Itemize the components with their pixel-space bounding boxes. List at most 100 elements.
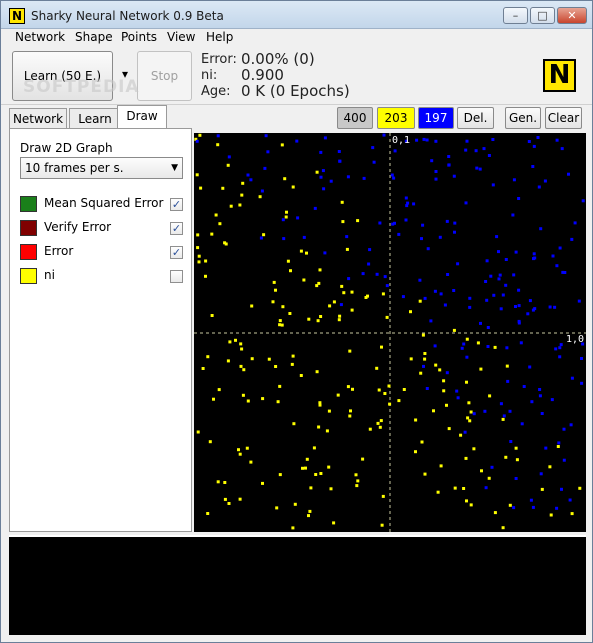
- legend-checkbox[interactable]: ✓: [170, 246, 183, 259]
- yellow-point: [423, 357, 427, 361]
- blue-point: [548, 305, 552, 309]
- brand-logo-icon: N: [543, 59, 576, 92]
- age-label: Age:: [201, 84, 231, 99]
- blue-point: [445, 219, 449, 223]
- ni-label: ni:: [201, 68, 218, 83]
- yellow-point: [229, 204, 233, 208]
- menu-bar: Network Shape Points View Help: [1, 29, 592, 47]
- maximize-button[interactable]: □: [530, 7, 555, 24]
- blue-point: [430, 159, 434, 163]
- yellow-point: [388, 402, 392, 406]
- app-logo-icon: N: [9, 8, 25, 24]
- menu-points[interactable]: Points: [121, 30, 157, 44]
- blue-point: [512, 178, 516, 182]
- blue-point: [517, 197, 521, 200]
- blue-point: [445, 371, 449, 375]
- scatter-plot-canvas[interactable]: 0,1 1,0: [194, 133, 586, 532]
- legend-checkbox[interactable]: ✓: [170, 198, 183, 211]
- blue-point: [249, 178, 253, 182]
- blue-point: [468, 296, 472, 300]
- blue-point: [368, 248, 372, 252]
- menu-shape[interactable]: Shape: [75, 30, 113, 44]
- yellow-points-button[interactable]: 203: [377, 107, 415, 129]
- blue-point: [405, 204, 409, 208]
- yellow-point: [216, 143, 220, 147]
- yellow-point: [355, 484, 359, 488]
- yellow-point: [283, 177, 287, 181]
- close-button[interactable]: ✕: [557, 7, 587, 24]
- error-label: Error:: [201, 52, 237, 67]
- total-points-button[interactable]: 400: [337, 107, 373, 129]
- clear-button[interactable]: Clear: [545, 107, 582, 129]
- legend-row: Verify Error ✓: [20, 219, 184, 237]
- menu-help[interactable]: Help: [206, 30, 233, 44]
- blue-point: [560, 487, 563, 491]
- yellow-point: [380, 345, 383, 349]
- delete-button[interactable]: Del.: [457, 107, 494, 129]
- blue-point: [433, 344, 437, 348]
- yellow-point: [348, 414, 352, 418]
- yellow-point: [214, 213, 218, 217]
- yellow-point: [341, 220, 345, 224]
- yellow-point: [267, 357, 271, 361]
- yellow-point: [284, 215, 288, 219]
- yellow-point: [226, 359, 230, 363]
- blue-point: [537, 185, 541, 189]
- yellow-point: [245, 446, 249, 450]
- legend-label: Error: [44, 244, 74, 258]
- yellow-point: [432, 409, 435, 413]
- blue-point: [530, 400, 534, 404]
- blue-point: [567, 172, 570, 176]
- menu-network[interactable]: Network: [15, 30, 65, 44]
- yellow-point: [549, 513, 553, 517]
- tab-draw[interactable]: Draw: [117, 105, 167, 130]
- blue-point: [337, 150, 341, 153]
- yellow-point: [223, 481, 227, 484]
- blue-point: [443, 303, 447, 307]
- yellow-point: [316, 319, 320, 323]
- minimize-button[interactable]: –: [503, 7, 528, 24]
- yellow-point: [237, 448, 240, 452]
- blue-point: [418, 278, 422, 282]
- blue-point: [544, 446, 548, 450]
- toolbar: Learn (50 E.) ▾ Stop Error: 0.00% (0) ni…: [1, 47, 592, 105]
- blue-point: [485, 298, 489, 302]
- blue-point: [517, 321, 521, 325]
- tab-learn[interactable]: Learn: [69, 108, 121, 130]
- blue-point: [531, 165, 535, 168]
- blue-point: [491, 183, 495, 187]
- frames-per-second-select[interactable]: 10 frames per s. ▼: [20, 157, 183, 179]
- yellow-point: [299, 249, 303, 253]
- yellow-point: [442, 379, 446, 383]
- blue-point: [462, 342, 466, 346]
- tab-network[interactable]: Network: [9, 108, 67, 130]
- blue-point: [456, 396, 460, 400]
- blue-points-button[interactable]: 197: [418, 107, 454, 129]
- blue-point: [553, 305, 557, 309]
- yellow-point: [438, 368, 442, 372]
- generate-button[interactable]: Gen.: [505, 107, 541, 129]
- yellow-point: [238, 497, 242, 501]
- yellow-point: [285, 210, 288, 214]
- legend-checkbox[interactable]: [170, 270, 183, 283]
- blue-point: [281, 218, 285, 222]
- yellow-point: [210, 232, 214, 236]
- legend-checkbox[interactable]: ✓: [170, 222, 183, 235]
- blue-point: [263, 166, 267, 170]
- menu-view[interactable]: View: [167, 30, 195, 44]
- yellow-point: [377, 388, 381, 392]
- blue-point: [383, 275, 387, 279]
- blue-point: [372, 160, 376, 164]
- yellow-point: [239, 364, 243, 368]
- yellow-point: [556, 445, 560, 448]
- yellow-point: [305, 251, 308, 255]
- yellow-point: [421, 333, 425, 337]
- yellow-point: [239, 342, 243, 346]
- blue-point: [371, 146, 375, 150]
- blue-point: [555, 506, 559, 510]
- blue-point: [382, 133, 386, 137]
- yellow-point: [280, 323, 284, 327]
- stop-button[interactable]: Stop: [137, 51, 192, 101]
- yellow-point: [309, 486, 313, 490]
- blue-point: [562, 458, 566, 462]
